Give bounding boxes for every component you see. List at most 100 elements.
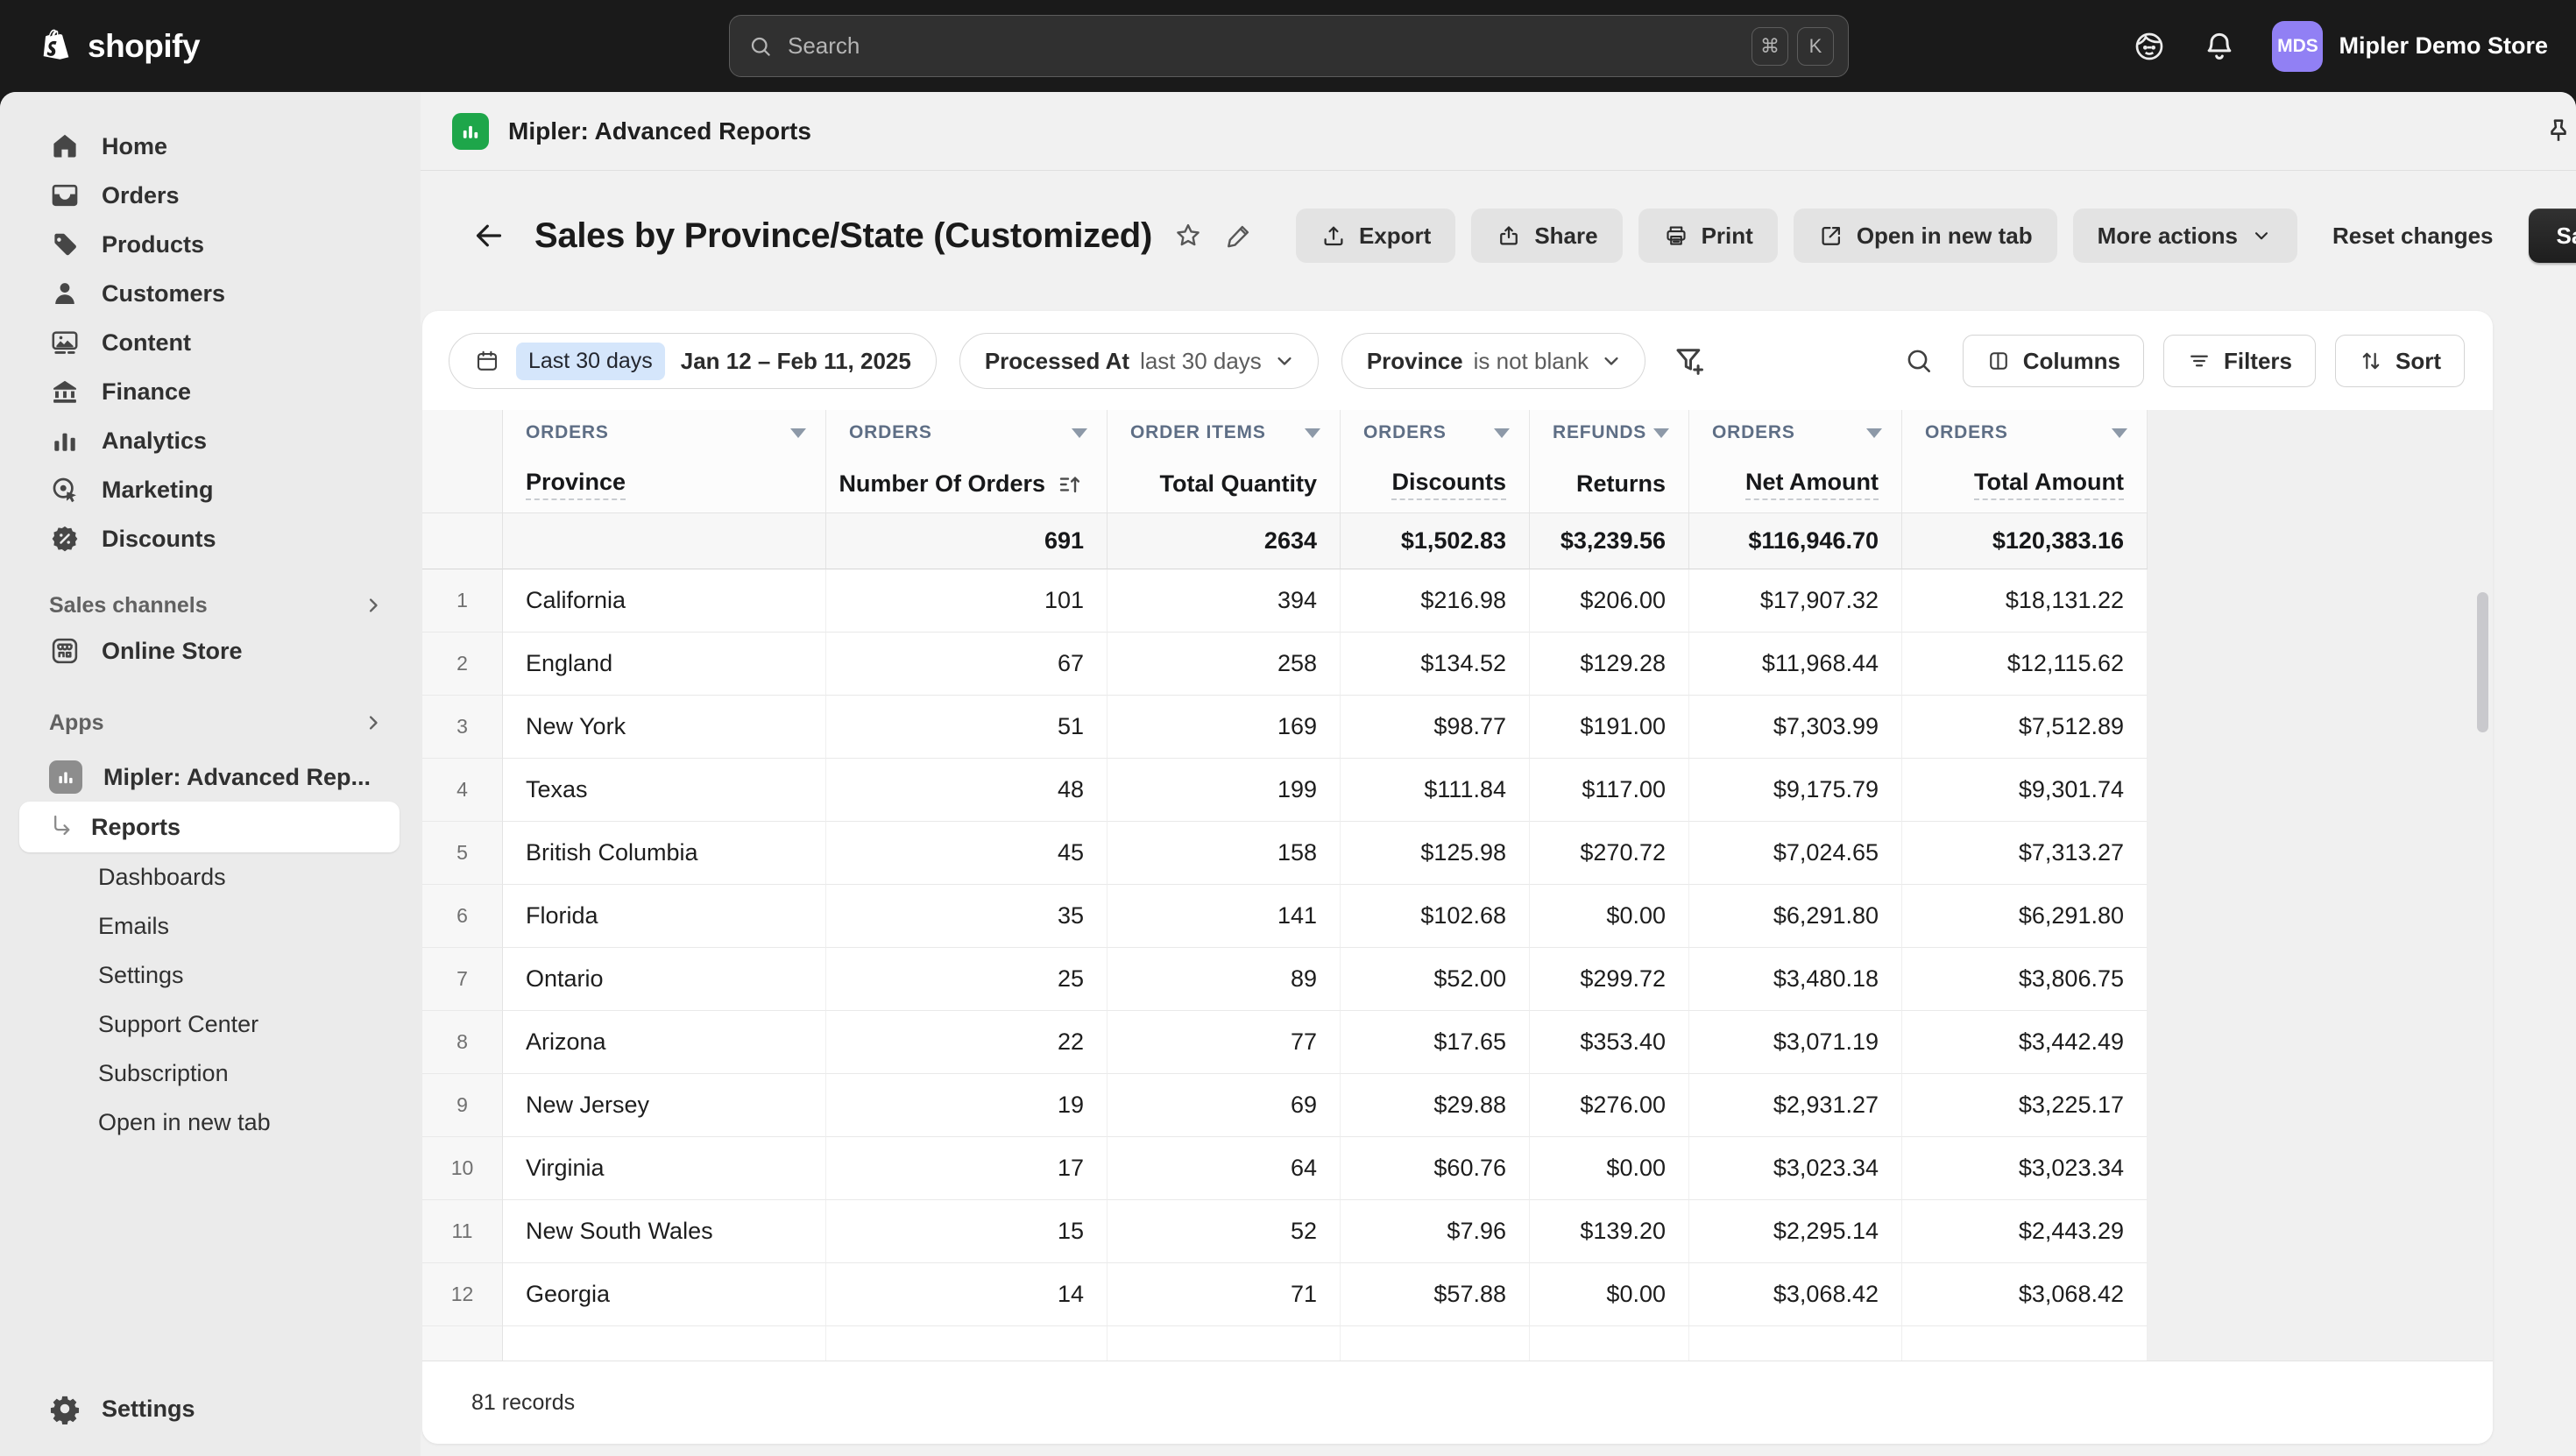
group-header-discounts[interactable]: ORDERS bbox=[1341, 410, 1530, 456]
sidekick-icon[interactable] bbox=[2132, 29, 2167, 64]
sidebar-section-apps[interactable]: Apps bbox=[0, 702, 421, 744]
global-search-input[interactable]: Search ⌘ K bbox=[729, 15, 1849, 77]
sidebar-item-finance[interactable]: Finance bbox=[0, 367, 421, 416]
sort-button[interactable]: Sort bbox=[2335, 335, 2465, 387]
column-menu-triangle-icon[interactable] bbox=[790, 428, 806, 438]
column-header-province[interactable]: Province bbox=[503, 456, 826, 513]
cell-total-quantity: 258 bbox=[1108, 633, 1341, 696]
group-header-number-of-orders[interactable]: ORDERS bbox=[826, 410, 1108, 456]
group-header-total-amount[interactable]: ORDERS bbox=[1902, 410, 2148, 456]
sidebar-item-analytics[interactable]: Analytics bbox=[0, 416, 421, 465]
sidebar-subitem-emails[interactable]: Emails bbox=[0, 901, 421, 951]
sidebar-item-mipler-app[interactable]: Mipler: Advanced Rep... bbox=[0, 753, 421, 802]
date-preset-chip[interactable]: Last 30 days bbox=[516, 343, 665, 380]
shopify-logo[interactable]: shopify bbox=[0, 26, 200, 67]
sidebar-subitem-open-in-new-tab[interactable]: Open in new tab bbox=[0, 1098, 421, 1147]
table-row[interactable]: 6Florida35141$102.68$0.00$6,291.80$6,291… bbox=[422, 885, 2493, 948]
print-button[interactable]: Print bbox=[1638, 209, 1778, 263]
topbar: shopify Search ⌘ K MDS bbox=[0, 0, 2576, 92]
edit-pencil-icon[interactable] bbox=[1224, 221, 1254, 251]
table-row[interactable]: 8Arizona2277$17.65$353.40$3,071.19$3,442… bbox=[422, 1011, 2493, 1074]
sidebar-item-marketing[interactable]: Marketing bbox=[0, 465, 421, 514]
table-row[interactable]: 1California101394$216.98$206.00$17,907.3… bbox=[422, 569, 2493, 633]
sidebar-subitem-subscription[interactable]: Subscription bbox=[0, 1049, 421, 1098]
column-menu-triangle-icon[interactable] bbox=[2112, 428, 2127, 438]
filter-bar: Last 30 days Jan 12 – Feb 11, 2025 Proce… bbox=[422, 311, 2493, 410]
add-filter-icon[interactable] bbox=[1672, 343, 1709, 379]
save-button[interactable]: Save bbox=[2529, 209, 2576, 263]
table-row[interactable]: 4Texas48199$111.84$117.00$9,175.79$9,301… bbox=[422, 759, 2493, 822]
column-menu-triangle-icon[interactable] bbox=[1653, 428, 1669, 438]
star-favorite-icon[interactable] bbox=[1173, 221, 1203, 251]
column-menu-triangle-icon[interactable] bbox=[1866, 428, 1882, 438]
records-count: 81 records bbox=[471, 1390, 575, 1416]
cell-net-amount: $3,480.18 bbox=[1689, 948, 1902, 1011]
shopify-bag-icon bbox=[37, 26, 77, 67]
column-header-total-quantity[interactable]: Total Quantity bbox=[1108, 456, 1341, 513]
sidebar-item-online-store[interactable]: Online Store bbox=[0, 626, 421, 675]
cell-discounts: $57.88 bbox=[1341, 1263, 1530, 1326]
table-row[interactable]: 11New South Wales1552$7.96$139.20$2,295.… bbox=[422, 1200, 2493, 1263]
column-menu-triangle-icon[interactable] bbox=[1494, 428, 1510, 438]
open-in-new-tab-button[interactable]: Open in new tab bbox=[1794, 209, 2057, 263]
table-row[interactable]: 7Ontario2589$52.00$299.72$3,480.18$3,806… bbox=[422, 948, 2493, 1011]
sidebar-subitem-reports[interactable]: Reports bbox=[19, 802, 400, 852]
sidebar-item-settings[interactable]: Settings bbox=[0, 1384, 421, 1433]
group-header-province[interactable]: ORDERS bbox=[503, 410, 826, 456]
table-scrollbar[interactable] bbox=[2477, 592, 2488, 732]
sidebar-item-discounts[interactable]: Discounts bbox=[0, 514, 421, 563]
filter-dropdown-processed-at[interactable]: Processed Atlast 30 days bbox=[959, 333, 1319, 389]
group-header-returns[interactable]: REFUNDS bbox=[1530, 410, 1689, 456]
export-button[interactable]: Export bbox=[1296, 209, 1455, 263]
column-menu-triangle-icon[interactable] bbox=[1072, 428, 1087, 438]
reset-changes-button[interactable]: Reset changes bbox=[2318, 209, 2508, 263]
sidebar-item-home[interactable]: Home bbox=[0, 122, 421, 171]
sidebar-item-orders[interactable]: Orders bbox=[0, 171, 421, 220]
sidebar-subitem-settings[interactable]: Settings bbox=[0, 951, 421, 1000]
chevron-right-icon bbox=[361, 593, 386, 618]
sidebar-item-content[interactable]: Content bbox=[0, 318, 421, 367]
table-row[interactable]: 2England67258$134.52$129.28$11,968.44$12… bbox=[422, 633, 2493, 696]
store-menu[interactable]: MDS Mipler Demo Store bbox=[2272, 21, 2548, 72]
column-header-returns[interactable]: Returns bbox=[1530, 456, 1689, 513]
table-row[interactable]: 9New Jersey1969$29.88$276.00$2,931.27$3,… bbox=[422, 1074, 2493, 1137]
sort-ascending-icon[interactable] bbox=[1056, 470, 1084, 498]
column-header-number-of-orders[interactable]: Number Of Orders bbox=[826, 456, 1108, 513]
search-shortcut: ⌘ K bbox=[1752, 27, 1834, 66]
share-button[interactable]: Share bbox=[1471, 209, 1622, 263]
date-range-picker[interactable]: Last 30 days Jan 12 – Feb 11, 2025 bbox=[449, 333, 937, 389]
notifications-bell-icon[interactable] bbox=[2202, 29, 2237, 64]
cell-total-amount: $3,806.75 bbox=[1902, 948, 2148, 1011]
cell-net-amount: $2,295.14 bbox=[1689, 1200, 1902, 1263]
cell-returns: $129.28 bbox=[1530, 633, 1689, 696]
column-header-net-amount[interactable]: Net Amount bbox=[1689, 456, 1902, 513]
more-actions-button[interactable]: More actions bbox=[2073, 209, 2297, 263]
filters-button[interactable]: Filters bbox=[2163, 335, 2316, 387]
column-header-total-amount[interactable]: Total Amount bbox=[1902, 456, 2148, 513]
sidebar-subitem-support-center[interactable]: Support Center bbox=[0, 1000, 421, 1049]
table-row[interactable]: 10Virginia1764$60.76$0.00$3,023.34$3,023… bbox=[422, 1137, 2493, 1200]
row-number: 4 bbox=[422, 759, 503, 822]
columns-button[interactable]: Columns bbox=[1963, 335, 2144, 387]
sidebar-item-products[interactable]: Products bbox=[0, 220, 421, 269]
column-menu-triangle-icon[interactable] bbox=[1305, 428, 1320, 438]
pin-icon[interactable] bbox=[2543, 116, 2574, 147]
filter-dropdown-province[interactable]: Provinceis not blank bbox=[1341, 333, 1645, 389]
sidebar-subitem-dashboards[interactable]: Dashboards bbox=[0, 852, 421, 901]
filter-lines-icon bbox=[2187, 349, 2212, 373]
app-header-title: Mipler: Advanced Reports bbox=[508, 117, 2523, 145]
back-arrow-icon[interactable] bbox=[471, 218, 506, 253]
group-header-total-quantity[interactable]: ORDER ITEMS bbox=[1108, 410, 1341, 456]
group-header-net-amount[interactable]: ORDERS bbox=[1689, 410, 1902, 456]
column-header-discounts[interactable]: Discounts bbox=[1341, 456, 1530, 513]
sidebar-item-customers[interactable]: Customers bbox=[0, 269, 421, 318]
cell-discounts bbox=[1341, 1326, 1530, 1361]
sidebar-section-sales-channels[interactable]: Sales channels bbox=[0, 584, 421, 626]
table-search-icon[interactable] bbox=[1903, 345, 1935, 377]
table-row[interactable]: 12Georgia1471$57.88$0.00$3,068.42$3,068.… bbox=[422, 1263, 2493, 1326]
sidebar: HomeOrdersProductsCustomersContentFinanc… bbox=[0, 92, 421, 1456]
table-row[interactable]: 3New York51169$98.77$191.00$7,303.99$7,5… bbox=[422, 696, 2493, 759]
table-row[interactable]: 5British Columbia45158$125.98$270.72$7,0… bbox=[422, 822, 2493, 885]
page-title: Sales by Province/State (Customized) bbox=[534, 216, 1152, 256]
summary-filler bbox=[2148, 513, 2493, 569]
